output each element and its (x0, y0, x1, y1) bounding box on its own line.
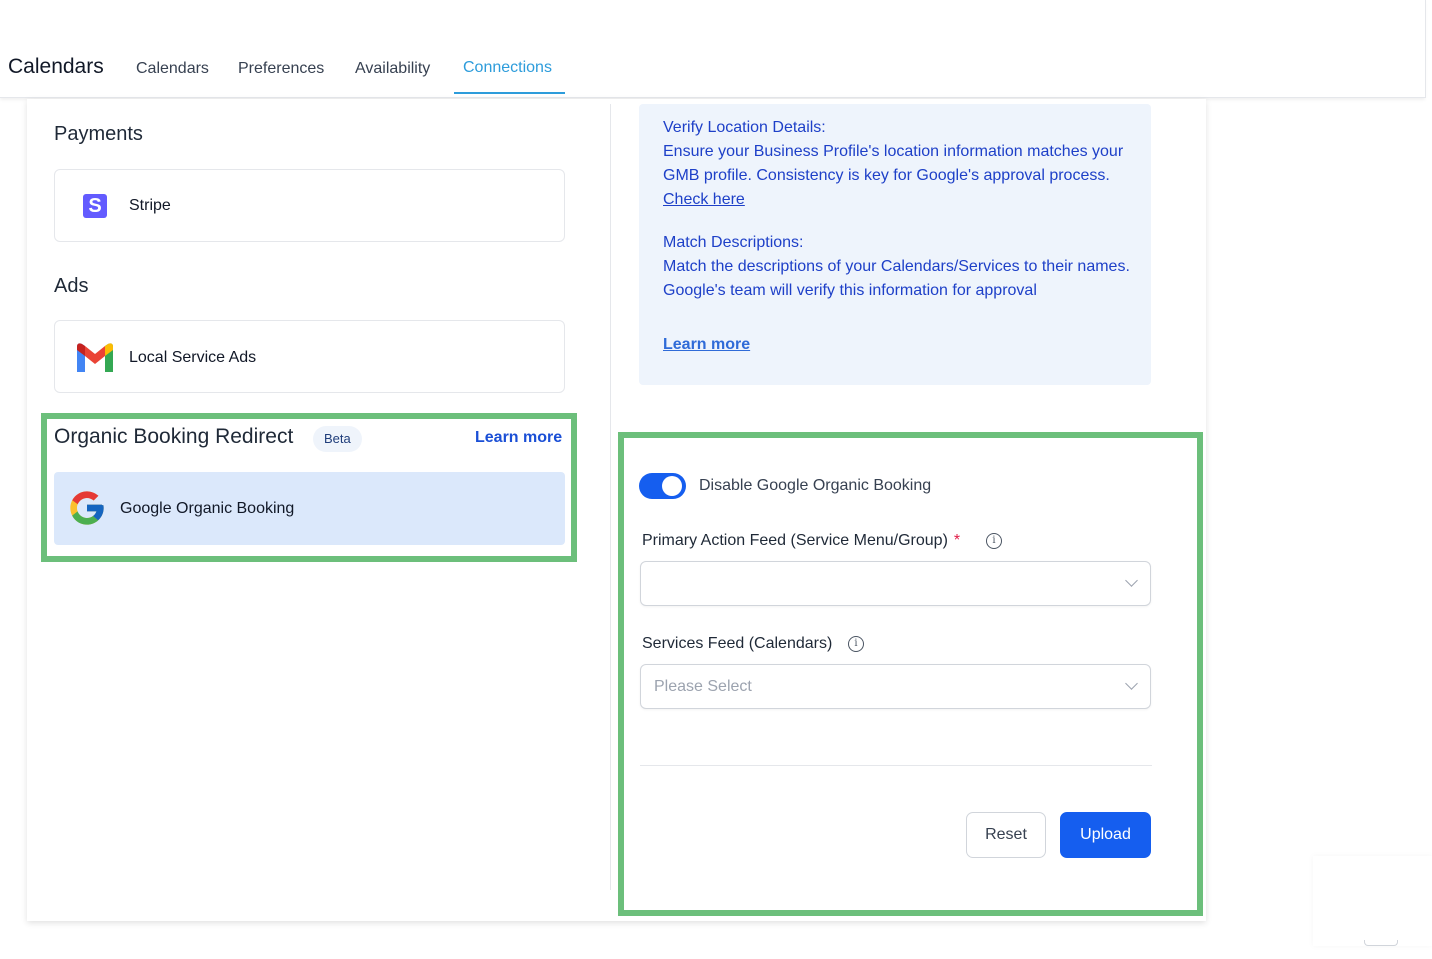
local-service-ads-card[interactable]: Local Service Ads (54, 320, 565, 393)
organic-learn-more-link[interactable]: Learn more (475, 429, 562, 447)
check-here-link[interactable]: Check here (663, 191, 745, 208)
stripe-icon: S (83, 194, 107, 218)
match-heading: Match Descriptions: (663, 234, 804, 251)
google-organic-booking-label: Google Organic Booking (120, 500, 295, 517)
toggle-label: Disable Google Organic Booking (699, 477, 932, 494)
column-divider (610, 104, 611, 890)
upload-button[interactable]: Upload (1060, 812, 1151, 858)
form-divider (640, 765, 1152, 766)
services-feed-placeholder: Please Select (654, 678, 752, 695)
gmail-icon (77, 343, 113, 372)
app-title: Calendars (8, 55, 104, 78)
primary-feed-info-icon[interactable]: i (986, 533, 1002, 549)
ads-title: Ads (54, 275, 89, 297)
verify-heading: Verify Location Details: (663, 119, 826, 136)
google-organic-booking-card[interactable]: Google Organic Booking (54, 472, 565, 545)
organic-booking-title: Organic Booking Redirect (54, 425, 294, 448)
toggle-knob (662, 476, 682, 496)
services-feed-select[interactable]: Please Select (640, 664, 1151, 709)
window-edge (1425, 0, 1426, 98)
stripe-label: Stripe (129, 197, 171, 214)
stripe-card[interactable]: S Stripe (54, 169, 565, 242)
primary-feed-label: Primary Action Feed (Service Menu/Group)… (642, 532, 960, 550)
active-tab-indicator (454, 92, 565, 94)
local-service-ads-label: Local Service Ads (129, 349, 257, 366)
match-body: Match the descriptions of your Calendars… (663, 258, 1130, 299)
reset-button[interactable]: Reset (966, 812, 1046, 858)
top-bar: Calendars Calendars Preferences Availabi… (0, 0, 1425, 98)
verify-body-text: Ensure your Business Profile's location … (663, 143, 1124, 184)
info-learn-more-link[interactable]: Learn more (663, 336, 750, 354)
required-mark: * (953, 532, 961, 549)
services-feed-info-icon[interactable]: i (848, 636, 864, 652)
corner-handle (1364, 940, 1398, 946)
tab-connections[interactable]: Connections (463, 59, 552, 77)
tab-availability[interactable]: Availability (355, 60, 430, 78)
primary-feed-select[interactable] (640, 561, 1151, 606)
payments-title: Payments (54, 123, 143, 145)
google-icon (70, 491, 104, 525)
tab-preferences[interactable]: Preferences (238, 60, 324, 78)
corner-overlay (1313, 856, 1432, 946)
disable-organic-booking-toggle[interactable] (639, 473, 686, 499)
beta-badge: Beta (313, 426, 362, 452)
verify-body: Ensure your Business Profile's location … (663, 140, 1133, 212)
chevron-down-icon (1125, 677, 1138, 690)
primary-feed-label-text: Primary Action Feed (Service Menu/Group) (642, 532, 948, 549)
tab-calendars[interactable]: Calendars (136, 60, 209, 78)
chevron-down-icon (1125, 574, 1138, 587)
services-feed-label: Services Feed (Calendars) (642, 635, 833, 652)
